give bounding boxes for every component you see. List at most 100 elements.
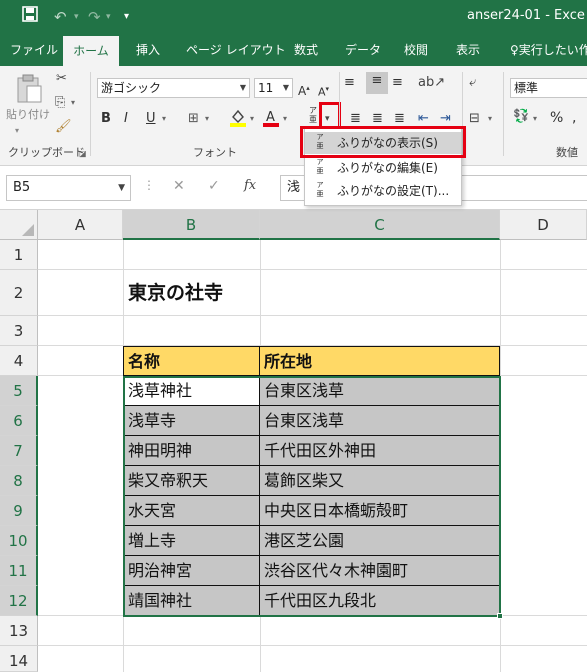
fill-color-icon[interactable] [229,108,247,134]
table-cell-location[interactable]: 渋谷区代々木神園町 [260,556,500,586]
table-cell-location[interactable]: 千代田区九段北 [260,586,500,616]
undo-icon[interactable]: ↶ [54,6,67,28]
table-cell-name[interactable]: 明治神宮 [123,556,260,586]
title-bar: ↶ ▾ ↷ ▾ ▾ anser24-01 - Exce [0,0,587,34]
tab-file[interactable]: ファイル [10,34,58,66]
tab-page-layout[interactable]: ページ レイアウト [186,34,286,66]
row-header[interactable]: 3 [0,316,38,346]
cut-icon[interactable]: ✂ [56,70,67,88]
accounting-format-icon[interactable]: 💱 [513,108,529,126]
merge-center-icon[interactable]: ⊟ [469,110,480,128]
format-painter-icon[interactable]: 🖌 [55,118,72,136]
number-format-value: 標準 [514,81,539,95]
enter-icon[interactable]: ✓ [208,178,220,194]
redo-dropdown-icon[interactable]: ▾ [106,6,111,28]
phonetic-guide-icon[interactable]: ア亜 [309,106,317,124]
row-header[interactable]: 2 [0,270,38,316]
table-cell-name[interactable]: 浅草神社 [123,376,260,406]
bottom-align-icon[interactable]: ≡ [392,74,403,92]
tab-data[interactable]: データ [345,34,381,66]
tab-formulas[interactable]: 数式 [294,34,318,66]
sheet-title-cell[interactable]: 東京の社寺 [123,270,223,316]
column-header-d[interactable]: D [500,210,587,240]
middle-align-icon[interactable]: ≡ [366,72,388,94]
row-header[interactable]: 12 [0,586,38,616]
column-header-c[interactable]: C [260,210,500,240]
column-header-b[interactable]: B [123,210,260,240]
fill-color-dropdown-icon[interactable]: ▾ [250,110,254,128]
row-header[interactable]: 11 [0,556,38,586]
table-cell-name[interactable]: 柴又帝釈天 [123,466,260,496]
font-name-select[interactable]: 游ゴシック ▼ [97,78,250,98]
percent-style-icon[interactable]: % [550,109,563,127]
clipboard-launcher-icon[interactable]: ◪ [79,149,87,158]
paste-dropdown-icon[interactable]: ▾ [15,122,19,140]
column-header-a[interactable]: A [38,210,123,240]
underline-dropdown-icon[interactable]: ▾ [162,110,166,128]
font-color-dropdown-icon[interactable]: ▾ [283,110,287,128]
borders-dropdown-icon[interactable]: ▾ [205,110,209,128]
save-icon[interactable] [22,6,38,28]
row-header[interactable]: 1 [0,240,38,270]
copy-dropdown-icon[interactable]: ▾ [71,94,75,112]
number-format-select[interactable]: 標準 [510,78,587,98]
customize-qat-icon[interactable]: ▾ [124,6,129,28]
name-box[interactable]: B5 ▼ [6,175,131,201]
accounting-dropdown-icon[interactable]: ▾ [533,110,537,128]
table-cell-location[interactable]: 千代田区外神田 [260,436,500,466]
copy-icon[interactable]: ⎘ [55,94,65,112]
menu-item-edit-phonetic[interactable]: ア亜 ふりがなの編集(E) [305,157,461,179]
row-header[interactable]: 7 [0,436,38,466]
underline-icon[interactable]: U [146,110,156,128]
fill-handle[interactable] [497,613,503,619]
paste-label[interactable]: 貼り付け [6,106,50,124]
comma-style-icon[interactable]: , [572,109,576,127]
row-header[interactable]: 10 [0,526,38,556]
tab-home[interactable]: ホーム [63,36,119,66]
menu-item-phonetic-settings[interactable]: ア亜 ふりがなの設定(T)... [305,180,461,202]
borders-icon[interactable]: ⊞ [188,110,199,128]
table-cell-name[interactable]: 水天宮 [123,496,260,526]
font-color-icon[interactable]: A [262,108,280,134]
table-cell-location[interactable]: 港区芝公園 [260,526,500,556]
table-header-location[interactable]: 所在地 [260,346,500,376]
tab-view[interactable]: 表示 [456,34,480,66]
wrap-text-icon[interactable]: ⤶ [469,74,476,92]
row-header[interactable]: 8 [0,466,38,496]
bold-icon[interactable]: B [101,110,111,128]
gridline [38,269,587,270]
chevron-down-icon: ▼ [239,83,246,92]
insert-function-icon[interactable]: fx [244,178,256,193]
decrease-font-size-icon[interactable]: A▾ [318,80,329,102]
cancel-icon[interactable]: ✕ [173,178,185,194]
orientation-icon[interactable]: ab↗ [418,74,445,92]
row-header[interactable]: 4 [0,346,38,376]
row-header[interactable]: 9 [0,496,38,526]
table-header-name[interactable]: 名称 [123,346,260,376]
increase-font-size-icon[interactable]: A▴ [298,79,310,100]
table-cell-location[interactable]: 葛飾区柴又 [260,466,500,496]
table-cell-name[interactable]: 神田明神 [123,436,260,466]
undo-dropdown-icon[interactable]: ▾ [74,6,79,28]
table-cell-name[interactable]: 増上寺 [123,526,260,556]
table-cell-location[interactable]: 中央区日本橋蛎殻町 [260,496,500,526]
table-cell-name[interactable]: 靖国神社 [123,586,260,616]
table-cell-name[interactable]: 浅草寺 [123,406,260,436]
paste-icon[interactable] [14,74,44,103]
font-size-select[interactable]: 11 ▼ [254,78,293,98]
tab-insert[interactable]: 挿入 [136,34,160,66]
redo-icon[interactable]: ↷ [88,6,101,28]
select-all-corner[interactable] [0,210,38,240]
top-align-icon[interactable]: ≡ [344,74,355,92]
italic-icon[interactable]: I [124,110,128,128]
row-header[interactable]: 6 [0,406,38,436]
row-header[interactable]: 14 [0,646,38,672]
merge-dropdown-icon[interactable]: ▾ [488,110,492,128]
tell-me-box[interactable]: ♀実行したい作 [510,34,587,66]
row-header[interactable]: 13 [0,616,38,646]
row-header[interactable]: 5 [0,376,38,406]
table-cell-location[interactable]: 台東区浅草 [260,406,500,436]
worksheet-grid[interactable]: A B C D 1 2 3 4 5 6 7 8 9 10 11 12 13 14… [0,210,587,672]
tab-review[interactable]: 校閲 [404,34,428,66]
table-cell-location[interactable]: 台東区浅草 [260,376,500,406]
